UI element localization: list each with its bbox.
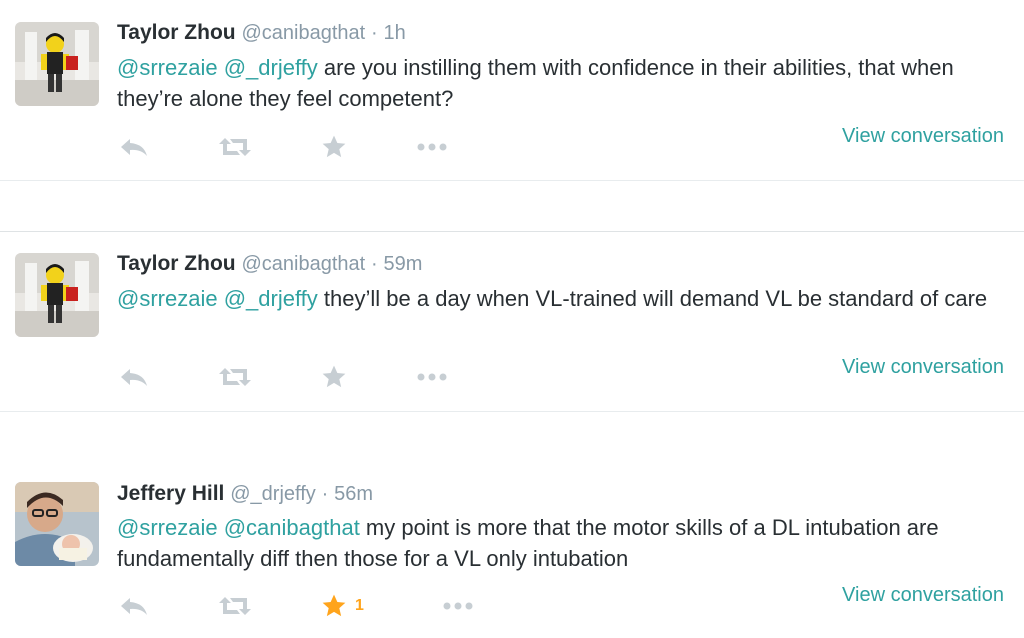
retweet-icon	[219, 368, 251, 386]
tweet-header: Jeffery Hill @_drjeffy · 56m	[117, 481, 373, 507]
tweet-actions	[117, 362, 477, 392]
favorite-button[interactable]	[321, 132, 347, 162]
separator: ·	[321, 483, 329, 505]
reply-button[interactable]	[119, 362, 149, 392]
user-handle[interactable]: @canibagthat	[241, 22, 365, 44]
divider	[0, 411, 1024, 412]
retweet-button[interactable]	[217, 591, 253, 621]
retweet-button[interactable]	[217, 132, 253, 162]
tweet-actions: 1	[117, 591, 477, 621]
favorite-button[interactable]	[321, 362, 347, 392]
tweet-3: Jeffery Hill @_drjeffy · 56m @srrezaie @…	[0, 462, 1024, 638]
tweet-text: @srrezaie @_drjeffy they’ll be a day whe…	[117, 283, 1012, 314]
tweet-header: Taylor Zhou @canibagthat · 1h	[117, 20, 406, 46]
tweet-actions	[117, 132, 477, 162]
reply-button[interactable]	[119, 132, 149, 162]
favorite-button[interactable]: 1	[321, 591, 364, 621]
tweet-body: they’ll be a day when VL-trained will de…	[317, 286, 988, 311]
tweet-1: Taylor Zhou @canibagthat · 1h @srrezaie …	[0, 0, 1024, 180]
more-icon	[417, 143, 447, 151]
user-handle[interactable]: @canibagthat	[241, 253, 365, 275]
mention-link[interactable]: @_drjeffy	[224, 286, 318, 311]
divider	[0, 180, 1024, 181]
tweet-2: Taylor Zhou @canibagthat · 59m @srrezaie…	[0, 232, 1024, 412]
tweet-header: Taylor Zhou @canibagthat · 59m	[117, 251, 422, 277]
retweet-button[interactable]	[217, 362, 253, 392]
more-icon	[417, 373, 447, 381]
mention-link[interactable]: @srrezaie	[117, 515, 218, 540]
timestamp[interactable]: 56m	[334, 483, 373, 505]
mention-link[interactable]: @srrezaie	[117, 286, 218, 311]
tweet-text: @srrezaie @canibagthat my point is more …	[117, 512, 1012, 574]
more-button[interactable]	[415, 132, 451, 162]
retweet-icon	[219, 138, 251, 156]
reply-icon	[121, 139, 147, 156]
more-button[interactable]	[441, 591, 477, 621]
display-name[interactable]: Taylor Zhou	[117, 21, 236, 44]
separator: ·	[371, 253, 378, 275]
star-icon	[322, 594, 346, 617]
reply-button[interactable]	[119, 591, 149, 621]
separator: ·	[371, 22, 378, 44]
more-icon	[443, 602, 473, 610]
star-icon	[322, 135, 346, 158]
reply-icon	[121, 369, 147, 386]
view-conversation-link[interactable]: View conversation	[842, 356, 1004, 379]
view-conversation-link[interactable]: View conversation	[842, 125, 1004, 148]
timestamp[interactable]: 59m	[384, 253, 423, 275]
tweet-text: @srrezaie @_drjeffy are you instilling t…	[117, 52, 1012, 114]
timestamp[interactable]: 1h	[384, 22, 406, 44]
retweet-icon	[219, 597, 251, 615]
reply-icon	[121, 598, 147, 615]
mention-link[interactable]: @srrezaie	[117, 55, 218, 80]
favorite-count: 1	[355, 597, 364, 614]
mention-link[interactable]: @_drjeffy	[224, 55, 318, 80]
avatar[interactable]	[15, 22, 99, 106]
avatar[interactable]	[15, 253, 99, 337]
display-name[interactable]: Jeffery Hill	[117, 482, 224, 505]
user-handle[interactable]: @_drjeffy	[230, 483, 316, 505]
mention-link[interactable]: @canibagthat	[224, 515, 360, 540]
more-button[interactable]	[415, 362, 451, 392]
star-icon	[322, 365, 346, 388]
display-name[interactable]: Taylor Zhou	[117, 252, 236, 275]
avatar[interactable]	[15, 482, 99, 566]
view-conversation-link[interactable]: View conversation	[842, 584, 1004, 607]
